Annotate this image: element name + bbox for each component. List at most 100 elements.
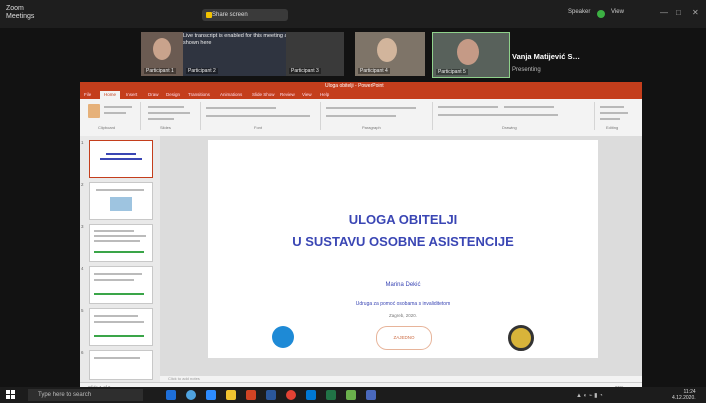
thumb-text-line [94, 251, 144, 253]
slide-thumbnail[interactable] [89, 140, 153, 178]
maximize-icon[interactable]: □ [676, 8, 681, 17]
ribbon-control [104, 106, 132, 108]
slide-thumbnail[interactable] [89, 308, 153, 346]
thumb-text-line [96, 189, 144, 191]
slide-thumbnail[interactable] [89, 182, 153, 220]
ribbon-control [326, 115, 396, 117]
group-label: Paragraph [362, 125, 381, 130]
tab-home[interactable]: Home [100, 91, 121, 99]
slide-thumbnail[interactable] [89, 350, 153, 380]
ribbon-group-drawing: Drawing [434, 102, 595, 130]
zoom-app-icon[interactable] [206, 390, 216, 400]
ribbon-control [504, 106, 554, 108]
slide-number: 4 [81, 266, 84, 271]
ribbon-group-font: Font [202, 102, 321, 130]
thumb-text-line [100, 158, 142, 160]
participant-name: Participant 4 [358, 68, 390, 74]
slide-date: Zagreb, 2020. [388, 313, 418, 318]
slide-author: Marina Dekić [385, 282, 421, 288]
slide-thumbnail-pane: 1 2 3 4 5 6 [80, 136, 160, 382]
paste-icon[interactable] [88, 104, 100, 118]
edge-icon[interactable] [186, 390, 196, 400]
ppt-title-bar: Uloga obitelji - PowerPoint [80, 82, 642, 91]
start-tile [11, 390, 15, 394]
ribbon: Clipboard Slides Font Paragraph Drawing [80, 99, 642, 137]
app-brand: Zoom Meetings [6, 5, 34, 21]
tab-file[interactable]: File [84, 91, 91, 99]
taskbar-clock[interactable]: 11:24 4.12.2020. [672, 389, 696, 401]
current-slide[interactable]: ULOGA OBITELJI U SUSTAVU OSOBNE ASISTENC… [208, 140, 598, 358]
app-icon[interactable] [346, 390, 356, 400]
tab-draw[interactable]: Draw [148, 91, 159, 99]
ribbon-control [148, 112, 190, 114]
excel-app-icon[interactable] [326, 390, 336, 400]
slide-organization: Udruga za pomoć osobama s invaliditetom [355, 301, 451, 307]
tab-insert[interactable]: Insert [126, 91, 137, 99]
ribbon-control [600, 106, 624, 108]
speaker-view-label[interactable]: Speaker [568, 9, 590, 15]
thumb-text-line [94, 279, 134, 281]
participant-avatar [457, 39, 479, 65]
ribbon-group-slides: Slides [142, 102, 201, 130]
active-speaker-tile[interactable]: Participant 5 [432, 32, 510, 78]
brand-line-1: Zoom [6, 5, 24, 12]
thumb-text-line [94, 240, 140, 242]
ribbon-control [600, 112, 628, 114]
chrome-icon[interactable] [286, 390, 296, 400]
app-icon[interactable] [366, 390, 376, 400]
ribbon-tabs: File Home Insert Draw Design Transitions… [80, 91, 642, 99]
participant-name: Participant 1 [144, 68, 176, 74]
start-tile [11, 395, 15, 399]
share-screen-button[interactable]: Share screen [202, 9, 288, 21]
tab-slide-show[interactable]: Slide Show [252, 91, 275, 99]
slide-number: 6 [81, 350, 84, 355]
slide-thumbnail[interactable] [89, 266, 153, 304]
brand-line-2: Meetings [6, 13, 35, 20]
tab-review[interactable]: Review [280, 91, 295, 99]
ribbon-control [326, 107, 416, 109]
group-label: Clipboard [98, 125, 116, 130]
ribbon-group-paragraph: Paragraph [322, 102, 433, 130]
powerpoint-window: Uloga obitelji - PowerPoint File Home In… [80, 82, 642, 393]
ribbon-control [438, 114, 558, 116]
tab-transitions[interactable]: Transitions [188, 91, 210, 99]
active-speaker-name: Vanja Matijević S… [512, 52, 580, 61]
participant-tile[interactable]: Participant 3 [286, 32, 344, 76]
taskbar-search-input[interactable]: Type here to search [28, 389, 143, 401]
minimize-icon[interactable]: — [660, 8, 668, 17]
participant-name: Participant 5 [436, 69, 468, 75]
system-tray-icons[interactable]: ▲ ◐ ⌁ ▮ ◔ [576, 392, 603, 399]
participant-tile[interactable]: Participant 1 [141, 32, 183, 76]
tab-help[interactable]: Help [320, 91, 329, 99]
thumb-text-line [94, 357, 140, 359]
thumb-text-line [94, 230, 134, 232]
group-label: Drawing [502, 125, 517, 130]
seal-logo-icon [508, 325, 534, 351]
participant-tile[interactable]: Participant 4 [355, 32, 425, 76]
thumb-text-line [94, 335, 144, 337]
view-button[interactable]: View [611, 9, 624, 15]
tab-animations[interactable]: Animations [220, 91, 242, 99]
file-explorer-icon[interactable] [226, 390, 236, 400]
slide-title-line-1: ULOGA OBITELJI [348, 212, 458, 227]
clock-date: 4.12.2020. [672, 395, 696, 401]
group-label: Editing [606, 125, 619, 130]
tab-design[interactable]: Design [166, 91, 180, 99]
ribbon-control [438, 106, 498, 108]
close-icon[interactable]: ✕ [692, 8, 699, 17]
slide-number: 5 [81, 308, 84, 313]
powerpoint-app-icon[interactable] [246, 390, 256, 400]
tab-view[interactable]: View [302, 91, 312, 99]
thumb-text-line [94, 315, 138, 317]
word-app-icon[interactable] [266, 390, 276, 400]
ppt-window-title: Uloga obitelji - PowerPoint [325, 83, 384, 89]
task-view-icon[interactable] [166, 390, 176, 400]
thumb-image [110, 197, 132, 211]
slide-thumbnail[interactable] [89, 224, 153, 262]
participant-name: Participant 3 [289, 68, 321, 74]
thumb-text-line [94, 321, 144, 323]
windows-start-icon[interactable] [6, 390, 16, 400]
thumb-text-line [106, 153, 136, 155]
participant-avatar [153, 38, 171, 60]
mail-icon[interactable] [306, 390, 316, 400]
